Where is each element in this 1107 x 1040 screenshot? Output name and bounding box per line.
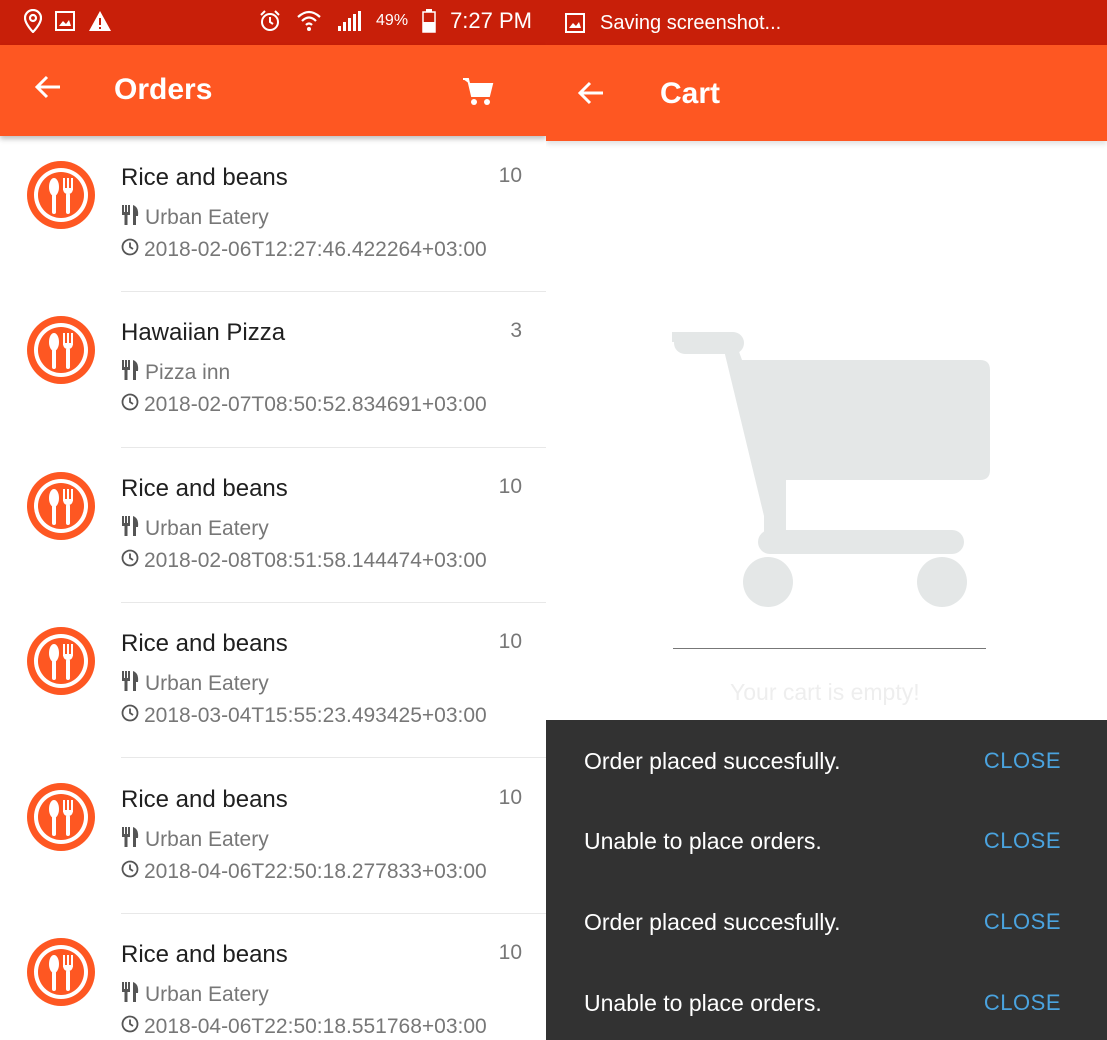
empty-cart-message: Your cart is empty! — [730, 679, 920, 705]
snackbar: Unable to place orders. CLOSE — [546, 962, 1107, 1040]
order-timestamp: 2018-04-06T22:50:18.277833+03:00 — [144, 860, 487, 883]
restaurant-name: Urban Eatery — [145, 206, 269, 229]
cutlery-icon — [121, 826, 141, 854]
order-quantity: 10 — [498, 475, 522, 498]
clock-icon — [121, 704, 139, 728]
plate-cutlery-icon — [26, 626, 96, 696]
snackbar-message: Order placed succesfully. — [584, 909, 841, 935]
order-name: Rice and beans — [121, 786, 288, 813]
restaurant-name: Pizza inn — [145, 361, 231, 384]
order-timestamp: 2018-04-06T22:50:18.551768+03:00 — [144, 1015, 487, 1038]
divider — [121, 913, 546, 914]
order-timestamp: 2018-02-07T08:50:52.834691+03:00 — [144, 393, 487, 416]
list-item[interactable]: Rice and beans 10 Urban Eatery 2018-04-0… — [0, 915, 546, 1040]
battery-percent: 49% — [376, 12, 409, 29]
cutlery-icon — [121, 359, 141, 387]
snackbar: Order placed succesfully. CLOSE — [546, 881, 1107, 961]
back-arrow-icon[interactable] — [34, 73, 62, 107]
divider — [121, 291, 546, 292]
snackbar: Order placed succesfully. CLOSE — [546, 720, 1107, 800]
location-icon — [24, 9, 42, 33]
close-button[interactable]: CLOSE — [984, 909, 1061, 935]
list-item[interactable]: Rice and beans 10 Urban Eatery 2018-02-0… — [0, 449, 546, 604]
saving-notification-bar: Saving screenshot... — [546, 0, 1107, 45]
plate-cutlery-icon — [26, 160, 96, 230]
divider — [121, 757, 546, 758]
empty-cart-icon — [672, 332, 990, 607]
empty-divider — [673, 648, 986, 649]
orders-app-bar: Orders — [0, 45, 546, 136]
cutlery-icon — [121, 981, 141, 1009]
restaurant-name: Urban Eatery — [145, 517, 269, 540]
clock-icon — [121, 238, 139, 262]
clock: 7:27 PM — [450, 8, 532, 33]
divider — [121, 447, 546, 448]
cart-screen: Saving screenshot... Cart Your cart is e… — [546, 0, 1107, 1040]
order-quantity: 10 — [498, 941, 522, 964]
list-item[interactable]: Rice and beans 10 Urban Eatery 2018-04-0… — [0, 760, 546, 915]
order-timestamp: 2018-02-06T12:27:46.422264+03:00 — [144, 238, 487, 261]
order-quantity: 10 — [498, 164, 522, 187]
order-quantity: 10 — [498, 786, 522, 809]
restaurant-name: Urban Eatery — [145, 983, 269, 1006]
clock-icon — [121, 1015, 139, 1039]
page-title: Orders — [114, 73, 213, 106]
restaurant-name: Urban Eatery — [145, 828, 269, 851]
orders-screen: 49% 7:27 PM Orders Rice and beans 10 Urb… — [0, 0, 546, 1040]
snackbar: Unable to place orders. CLOSE — [546, 800, 1107, 880]
cart-icon[interactable] — [462, 77, 494, 112]
close-button[interactable]: CLOSE — [984, 748, 1061, 774]
list-item[interactable]: Rice and beans 10 Urban Eatery 2018-03-0… — [0, 604, 546, 759]
close-button[interactable]: CLOSE — [984, 990, 1061, 1016]
restaurant-name: Urban Eatery — [145, 672, 269, 695]
page-title: Cart — [660, 77, 721, 110]
cutlery-icon — [121, 515, 141, 543]
plate-cutlery-icon — [26, 471, 96, 541]
battery-icon — [422, 9, 436, 33]
close-button[interactable]: CLOSE — [984, 828, 1061, 854]
plate-cutlery-icon — [26, 937, 96, 1007]
cutlery-icon — [121, 204, 141, 232]
cart-app-bar: Cart — [546, 45, 1107, 141]
snackbar-message: Order placed succesfully. — [584, 748, 841, 774]
alarm-icon — [260, 10, 280, 31]
back-arrow-icon[interactable] — [577, 79, 605, 113]
clock-icon — [121, 549, 139, 573]
plate-cutlery-icon — [26, 782, 96, 852]
signal-icon — [338, 11, 362, 31]
order-quantity: 10 — [498, 630, 522, 653]
image-icon — [565, 13, 585, 33]
order-name: Rice and beans — [121, 164, 288, 191]
order-name: Rice and beans — [121, 941, 288, 968]
clock-icon — [121, 393, 139, 417]
order-timestamp: 2018-03-04T15:55:23.493425+03:00 — [144, 704, 487, 727]
plate-cutlery-icon — [26, 315, 96, 385]
image-icon — [55, 11, 75, 31]
clock-icon — [121, 860, 139, 884]
order-name: Rice and beans — [121, 630, 288, 657]
cutlery-icon — [121, 670, 141, 698]
list-item[interactable]: Rice and beans 10 Urban Eatery 2018-02-0… — [0, 138, 546, 293]
list-item[interactable]: Hawaiian Pizza 3 Pizza inn 2018-02-07T08… — [0, 293, 546, 448]
order-name: Hawaiian Pizza — [121, 319, 286, 346]
order-timestamp: 2018-02-08T08:51:58.144474+03:00 — [144, 549, 487, 572]
warning-icon — [89, 11, 111, 31]
snackbar-stack: Order placed succesfully. CLOSE Unable t… — [546, 720, 1107, 1040]
order-quantity: 3 — [510, 319, 522, 342]
snackbar-message: Unable to place orders. — [584, 828, 822, 854]
order-name: Rice and beans — [121, 475, 288, 502]
status-bar: 49% 7:27 PM — [0, 0, 546, 45]
snackbar-message: Unable to place orders. — [584, 990, 822, 1016]
saving-text: Saving screenshot... — [600, 12, 782, 34]
divider — [121, 602, 546, 603]
wifi-icon — [297, 10, 321, 31]
